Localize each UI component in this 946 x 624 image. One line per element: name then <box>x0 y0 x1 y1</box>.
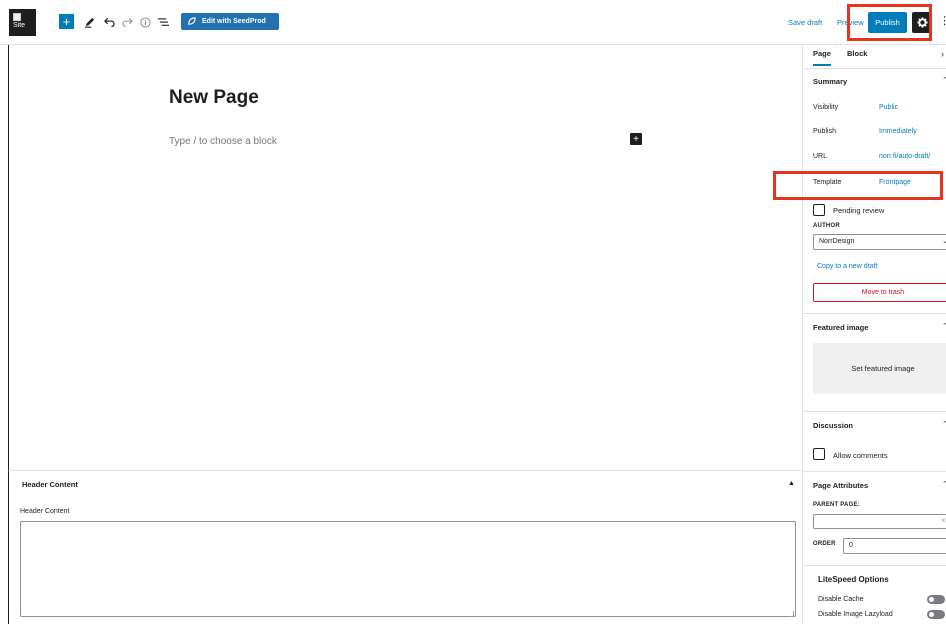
broken-image-icon <box>13 13 21 21</box>
parent-page-combobox[interactable]: × <box>813 514 946 529</box>
redo-button[interactable] <box>120 12 134 32</box>
publish-label: Publish <box>813 128 836 135</box>
allow-comments-label: Allow comments <box>833 451 888 460</box>
chevron-right-icon: › <box>941 49 944 59</box>
gear-icon <box>916 17 928 28</box>
chevron-up-icon[interactable]: ⌃ <box>942 76 946 84</box>
set-featured-image-button[interactable]: Set featured image <box>813 343 946 394</box>
site-logo-button[interactable]: Site <box>9 9 36 36</box>
clear-icon[interactable]: × <box>941 516 946 525</box>
resize-grip-icon[interactable] <box>788 611 794 617</box>
pending-review-label: Pending review <box>833 206 885 215</box>
list-view-icon <box>157 18 169 26</box>
header-content-textarea[interactable] <box>20 521 796 617</box>
settings-sidebar: Page Block › Summary ⌃ Visibility Public… <box>802 45 946 624</box>
editor-toolbar: Site + Edit with SeedProd Save draft Pre… <box>0 0 946 45</box>
undo-icon <box>103 17 115 27</box>
discussion-panel-title[interactable]: Discussion <box>813 421 853 430</box>
close-sidebar-button[interactable]: › <box>941 49 944 59</box>
inline-block-inserter-button[interactable]: + <box>630 133 642 145</box>
header-content-label: Header Content <box>20 508 70 515</box>
author-value: NorrDesign <box>819 238 855 245</box>
publish-date-value[interactable]: Immediately <box>879 128 917 135</box>
template-value[interactable]: Frontpage <box>879 179 911 186</box>
pencil-icon <box>84 17 94 28</box>
tab-page[interactable]: Page <box>813 49 831 66</box>
sidebar-tabs: Page Block › <box>803 45 946 69</box>
order-input[interactable]: 0 <box>843 538 946 554</box>
divider <box>803 313 946 314</box>
chevron-up-icon[interactable]: ⌃ <box>942 322 946 330</box>
plus-icon: + <box>633 133 639 145</box>
edit-with-seedprod-button[interactable]: Edit with SeedProd <box>181 13 279 30</box>
more-vertical-icon: ⋮ <box>939 15 946 27</box>
template-label: Template <box>813 179 842 186</box>
url-label: URL <box>813 153 828 160</box>
divider <box>803 565 946 566</box>
url-value[interactable]: norr.fi/auto-draft/ <box>879 153 930 160</box>
undo-button[interactable] <box>102 12 116 32</box>
seedprod-leaf-icon <box>188 17 196 25</box>
options-menu-button[interactable]: ⋮ <box>939 14 946 28</box>
order-label: ORDER <box>813 541 836 547</box>
author-label: AUTHOR <box>813 223 840 229</box>
editor-canvas: New Page Type / to choose a block + <box>8 45 802 470</box>
tab-block[interactable]: Block <box>847 49 867 64</box>
visibility-label: Visibility <box>813 104 839 111</box>
plus-icon: + <box>62 14 71 29</box>
tools-button[interactable] <box>82 12 96 32</box>
block-inserter-toggle-button[interactable]: + <box>59 14 74 29</box>
divider <box>803 471 946 472</box>
list-view-button[interactable] <box>156 12 170 32</box>
save-draft-button[interactable]: Save draft <box>788 18 822 27</box>
summary-panel-title[interactable]: Summary <box>813 77 847 86</box>
chevron-down-icon: ⌄ <box>942 237 946 245</box>
pending-review-checkbox[interactable] <box>813 204 825 216</box>
site-label: Site <box>13 22 26 29</box>
details-button[interactable] <box>138 12 152 32</box>
page-title-input[interactable]: New Page <box>169 87 259 109</box>
preview-button[interactable]: Preview <box>837 18 864 27</box>
visibility-value[interactable]: Public <box>879 104 898 111</box>
litespeed-options-title: LiteSpeed Options <box>818 575 889 584</box>
disable-image-lazyload-toggle[interactable] <box>927 610 945 619</box>
disable-cache-label: Disable Cache <box>818 596 864 603</box>
disable-cache-toggle[interactable] <box>927 595 945 604</box>
chevron-up-icon[interactable]: ⌃ <box>942 420 946 428</box>
header-content-metabox: Header Content ▲ Header Content <box>8 470 802 624</box>
seedprod-label: Edit with SeedProd <box>202 18 266 25</box>
metabox-title[interactable]: Header Content <box>22 480 78 489</box>
allow-comments-checkbox[interactable] <box>813 448 825 460</box>
settings-toggle-button[interactable] <box>912 12 932 33</box>
chevron-up-icon[interactable]: ⌃ <box>942 480 946 488</box>
disable-image-lazyload-label: Disable Image Lazyload <box>818 611 893 618</box>
author-select[interactable]: NorrDesign ⌄ <box>813 234 946 250</box>
copy-to-draft-link[interactable]: Copy to a new draft <box>817 263 878 270</box>
redo-icon <box>121 17 133 27</box>
parent-page-label: PARENT PAGE: <box>813 502 860 508</box>
move-to-trash-button[interactable]: Move to trash <box>813 283 946 302</box>
block-placeholder[interactable]: Type / to choose a block <box>169 136 277 147</box>
divider <box>803 411 946 412</box>
page-attributes-panel-title[interactable]: Page Attributes <box>813 481 868 490</box>
info-icon <box>139 16 151 28</box>
featured-image-panel-title[interactable]: Featured image <box>813 323 868 332</box>
publish-button[interactable]: Publish <box>868 12 907 33</box>
metabox-collapse-icon[interactable]: ▲ <box>788 480 795 487</box>
